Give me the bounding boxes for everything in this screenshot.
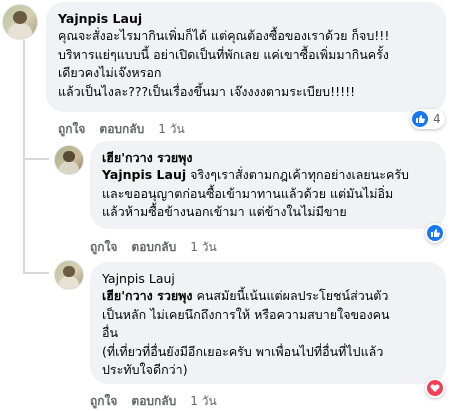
reply-button[interactable]: ตอบกลับ [131,394,176,408]
comment-line: (ที่เที่ยวที่อื่นยังมีอีกเยอะครับ พาเพื่… [102,343,384,359]
reaction-count[interactable] [425,378,445,398]
comment-bubble: Yajnpis Lauj คุณจะสั่งอะไรมากินเพิ่มก็ได… [46,2,446,112]
reaction-count[interactable]: 4 [410,109,445,129]
comment-bubble: เฮีย'กวาง รวยพุง Yajnpis Lauj จริงๆเราสั… [90,141,446,229]
timestamp[interactable]: 1 วัน [190,394,216,408]
comment-line: คุณจะสั่งอะไรมากินเพิ่มก็ได้ แต่คุณต้องซ… [58,28,390,43]
avatar[interactable] [54,260,84,290]
comment-text: เฮีย'กวาง รวยพุง คนสมัยนี้เน้นแต่ผลประโย… [102,287,434,380]
reply-connector [23,272,49,274]
comment-line: เป็นหลัก ไม่เคยนึกถึงการให้ หรือความสบาย… [102,306,390,322]
comment-line: แล้วห้ามซื้อข้างนอกเข้ามา แต่ข้างในไม่มี… [102,204,347,219]
comment-text: Yajnpis Lauj จริงๆเราสั่งตามกฎเค้าทุกอย่… [102,166,434,222]
heart-icon [427,380,443,396]
thread-line [23,40,25,220]
comment-line: แล้วเป็นไงละ???เป็นเรื่องขึ้นมา เจ๊งงงงต… [58,83,356,99]
like-button[interactable]: ถูกใจ [58,122,85,136]
like-button[interactable]: ถูกใจ [90,394,117,408]
comment-actions: ถูกใจ ตอบกลับ 1 วัน [90,238,231,257]
avatar[interactable] [54,145,84,175]
comment-line: ประทับใจดีกว่า) [102,362,188,377]
comment-line: อื่น [102,325,119,340]
timestamp[interactable]: 1 วัน [158,122,184,136]
like-icon [412,111,428,127]
comment-line: เดียวคงไม่เจ๊งหรอก [58,65,162,80]
comment-line: คนสมัยนี้เน้นแต่ผลประโยชน์ส่วนตัว [192,288,389,303]
thread-line [23,220,25,272]
reply-connector [23,158,49,160]
comment-author[interactable]: Yajnpis Lauj [58,10,434,27]
reply-button[interactable]: ตอบกลับ [131,240,176,254]
reply-button[interactable]: ตอบกลับ [99,122,144,136]
avatar[interactable] [2,4,38,40]
comment-author[interactable]: Yajnpis Lauj [102,270,434,287]
timestamp[interactable]: 1 วัน [190,240,216,254]
comment-bubble: Yajnpis Lauj เฮีย'กวาง รวยพุง คนสมัยนี้เ… [90,262,446,384]
reaction-count[interactable] [425,223,445,243]
comment-actions: ถูกใจ ตอบกลับ 1 วัน [58,120,199,139]
mention-tag[interactable]: Yajnpis Lauj [102,167,186,182]
comment-author[interactable]: เฮีย'กวาง รวยพุง [102,149,434,166]
comment-actions: ถูกใจ ตอบกลับ 1 วัน [90,392,231,411]
mention-tag[interactable]: เฮีย'กวาง รวยพุง [102,288,193,303]
comment-line: บริหารแย่ๆแบบนี้ อย่าเปิดเป็นที่พักเลย แ… [58,46,389,62]
like-icon [427,225,443,241]
comment-line: และขออนุญาตก่อนซื้อเข้ามาทานแล้วด้วย แต่… [102,185,394,201]
like-button[interactable]: ถูกใจ [90,240,117,254]
comment-line: จริงๆเราสั่งตามกฎเค้าทุกอย่างเลยนะครับ [186,167,409,182]
comment-text: คุณจะสั่งอะไรมากินเพิ่มก็ได้ แต่คุณต้องซ… [58,27,434,101]
